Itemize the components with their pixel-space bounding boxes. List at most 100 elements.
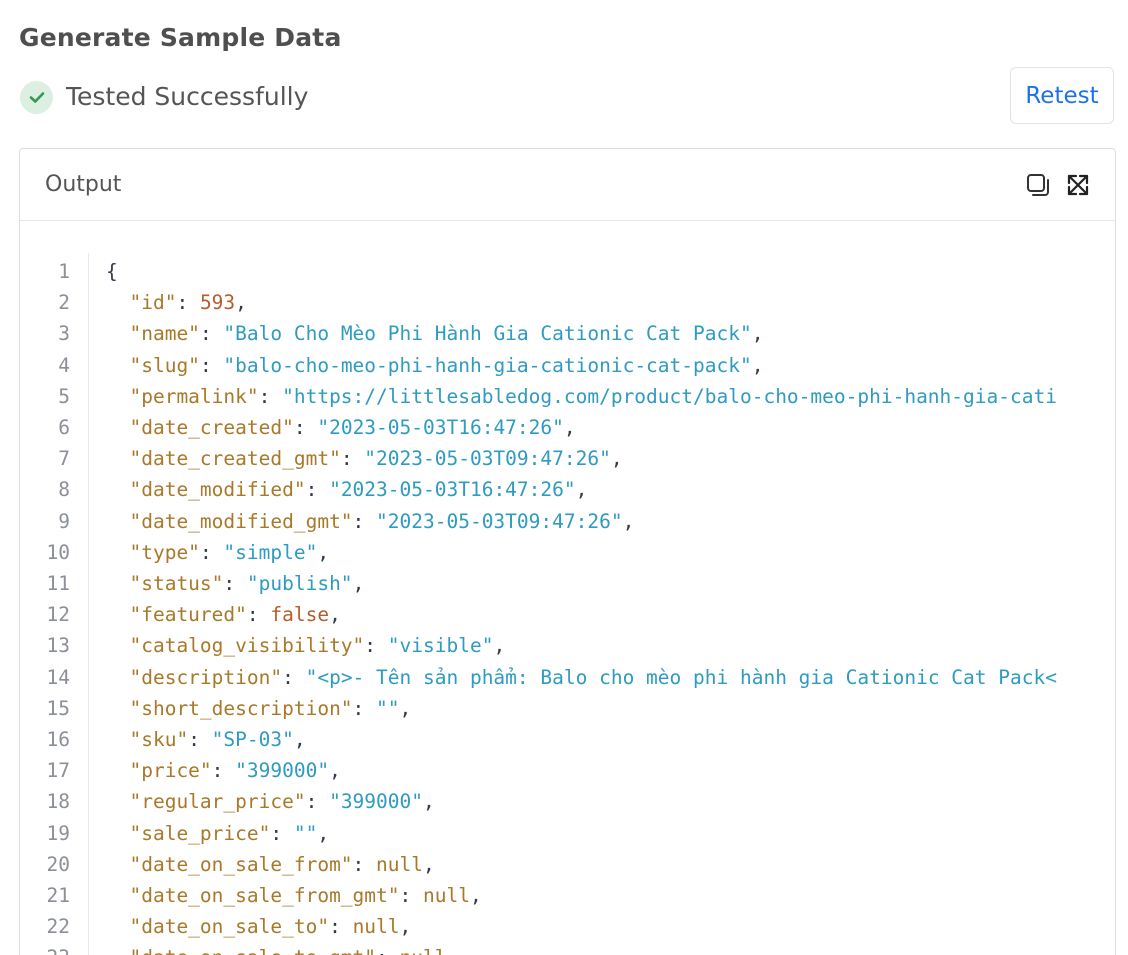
line-number: 16 [46,728,70,751]
code-token: "" [376,696,400,720]
code-token: : [176,291,200,315]
success-check-icon [20,80,53,114]
line-content: "date_on_sale_from_gmt": null, [106,880,482,911]
code-token: "2023-05-03T16:47:26" [317,416,564,439]
code-token: "2023-05-03T16:47:26" [329,478,576,502]
code-token: : [352,852,377,876]
code-token: , [446,946,458,955]
code-token: "balo-cho-meo-phi-hanh-gia-cationic-cat-… [223,353,752,377]
code-token: , [329,759,341,783]
line-content: "type": "simple", [106,537,329,568]
line-number: 17 [46,759,70,783]
code-token: , [751,322,764,346]
line-number: 14 [46,665,70,689]
code-token: "2023-05-03T09:47:26" [376,509,623,533]
code-token: : [199,353,224,377]
code-token: "date_on_sale_from" [129,852,353,876]
code-token: 593 [199,291,236,315]
line-content: { [106,256,118,287]
code-token: : [376,946,399,955]
copy-icon[interactable] [1025,172,1051,198]
code-token: , [329,603,341,627]
code-viewer[interactable]: 1 {2 "id": 593, 3 "name": "Balo Cho Mèo Ph… [20,253,1115,955]
line-number: 10 [46,540,70,564]
line-content: "date_on_sale_from": null, [106,849,434,880]
line-number: 23 [20,942,70,955]
line-number: 4 [58,353,70,377]
line-number: 7 [58,447,70,471]
code-token: "<p>- Tên sản phẩm: Balo cho mèo phi hàn… [305,665,1057,689]
line-content: "price": "399000", [106,755,341,786]
code-token: , [399,696,412,720]
code-token: "date_on_sale_to_gmt" [129,946,376,955]
code-token: , [317,821,330,845]
code-token: : [340,447,365,471]
code-token: , [493,634,506,658]
line-content: "id": 593, [106,287,246,318]
code-token: "regular_price" [129,790,306,814]
expand-icon[interactable] [1065,172,1091,198]
output-actions [1025,172,1091,198]
status-text: Tested Successfully [66,82,309,111]
code-token: "" [293,821,318,845]
line-number: 1 [58,260,70,283]
code-token: "date_created" [129,416,294,439]
code-token: null [352,915,400,939]
code-token: "featured" [129,603,247,627]
code-token: , [352,572,365,595]
line-content: "short_description": "", [106,693,411,724]
code-token: : [293,416,318,439]
line-number: 18 [46,790,70,814]
line-number: 15 [46,696,70,720]
code-token: : [270,821,294,845]
code-token: "publish" [246,572,353,595]
line-content: "date_on_sale_to_gmt": null, [106,942,458,955]
code-token: : [352,509,377,533]
code-token: : [223,572,247,595]
code-token: , [575,478,588,502]
code-token: "Balo Cho Mèo Phi Hành Gia Cationic Cat … [223,322,752,346]
code-token: "date_modified" [129,478,306,502]
retest-button[interactable]: Retest [1010,67,1114,124]
code-token: , [399,915,412,939]
code-token: "name" [129,322,200,346]
output-title: Output [45,172,122,197]
code-token: null [423,884,470,907]
line-number: 8 [58,478,70,502]
line-content: "permalink": "https://littlesabledog.com… [106,381,1056,412]
code-token: "SP-03" [211,728,294,751]
line-number: 11 [46,572,70,595]
code-token: "slug" [129,353,200,377]
code-token: , [622,509,635,533]
page-title: Generate Sample Data [19,23,342,52]
line-content: "date_on_sale_to": null, [106,911,411,942]
code-token: "399000" [235,759,330,783]
code-token: : [329,915,353,939]
code-token: "sku" [129,728,189,751]
code-token: "type" [129,540,200,564]
code-token: , [317,540,330,564]
code-token: : [199,322,224,346]
line-number: 20 [46,852,70,876]
code-token: : [258,384,283,408]
line-number: 2 [58,291,70,315]
line-number: 6 [58,416,70,439]
line-content: "status": "publish", [106,568,364,599]
line-content: "date_modified": "2023-05-03T16:47:26", [106,474,587,505]
code-token: , [469,884,482,907]
line-content: "catalog_visibility": "visible", [106,630,505,661]
code-token: null [400,946,447,955]
